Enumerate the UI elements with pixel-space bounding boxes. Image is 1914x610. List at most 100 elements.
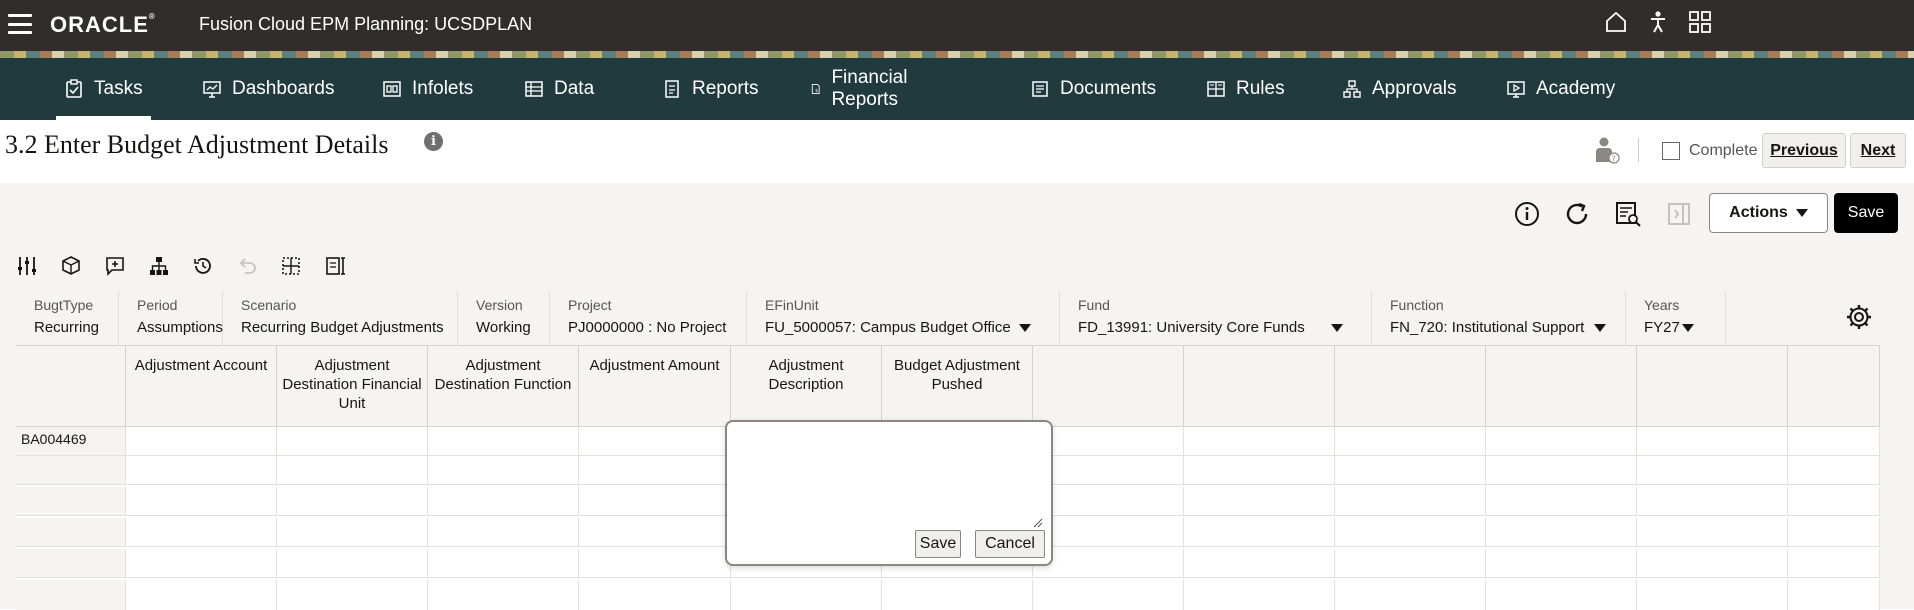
grid-cell (126, 456, 277, 484)
pov-function[interactable]: Function FN_720: Institutional Support (1372, 291, 1626, 347)
pov-scenario[interactable]: Scenario Recurring Budget Adjustments (223, 291, 458, 347)
pov-period[interactable]: Period Assumptions (119, 291, 223, 347)
popup-save-button[interactable]: Save (915, 530, 961, 558)
info-circle-icon[interactable] (1513, 200, 1541, 228)
tab-label: Data (554, 78, 595, 99)
pov-efinunit[interactable]: EFinUnit FU_5000057: Campus Budget Offic… (747, 291, 1060, 347)
tab-tasks[interactable]: Tasks (56, 58, 151, 120)
divider (1638, 138, 1639, 162)
grid-cell (1335, 549, 1486, 577)
tab-academy[interactable]: Academy (1506, 58, 1615, 120)
collapse-panel-icon (1668, 203, 1690, 225)
column-header (1184, 346, 1335, 427)
grid-cell[interactable] (277, 427, 428, 455)
tab-data[interactable]: Data (524, 58, 594, 120)
tab-infolets[interactable]: Infolets (382, 58, 473, 120)
data-audit-icon[interactable] (1614, 200, 1642, 228)
grid-cell[interactable] (579, 427, 731, 455)
tab-label: Infolets (412, 78, 474, 99)
complete-checkbox[interactable] (1662, 142, 1680, 160)
column-header: Budget Adjustment Pushed (882, 346, 1033, 427)
grid-cell (1335, 580, 1486, 610)
pov-value: Assumptions (137, 319, 223, 336)
accessibility-icon[interactable] (1648, 10, 1668, 34)
grid-cell (16, 456, 126, 484)
resize-handle-icon[interactable] (1033, 518, 1043, 528)
previous-button[interactable]: Previous (1762, 133, 1846, 168)
chevron-down-icon[interactable] (1331, 324, 1343, 332)
save-button[interactable]: Save (1834, 193, 1898, 233)
popup-cancel-button[interactable]: Cancel (975, 530, 1045, 558)
grid-cell (277, 456, 428, 484)
add-comment-icon[interactable] (104, 255, 126, 277)
grid-cell[interactable] (126, 427, 277, 455)
cell-format-icon[interactable] (280, 255, 302, 277)
column-header: Adjustment Destination Function (428, 346, 579, 427)
history-icon[interactable] (192, 255, 214, 277)
row-header: BA004469 (16, 427, 126, 455)
grid-cell (579, 456, 731, 484)
grid-cell (1033, 427, 1184, 455)
grid-cell (16, 549, 126, 577)
pov-bugttype[interactable]: BugtType Recurring (16, 291, 119, 347)
home-icon[interactable] (1604, 10, 1628, 34)
grid-cell (731, 580, 882, 610)
cube-settings-icon[interactable] (60, 255, 82, 277)
decorative-banner-pattern (0, 51, 1914, 58)
pov-project[interactable]: Project PJ0000000 : No Project (550, 291, 747, 347)
grid-cell (1486, 487, 1637, 515)
tab-financial-reports[interactable]: $ Financial Reports (810, 58, 916, 120)
grid-cell (1033, 518, 1184, 546)
tab-approvals[interactable]: Approvals (1342, 58, 1457, 120)
pov-label: BugtType (34, 297, 94, 313)
tab-label: Approvals (1372, 78, 1457, 99)
grid-cell (1637, 518, 1788, 546)
pov-value: Working (476, 319, 531, 336)
grid-cell (1637, 456, 1788, 484)
chevron-down-icon[interactable] (1594, 324, 1606, 332)
form-layout-icon[interactable] (324, 255, 346, 277)
actions-button[interactable]: Actions (1709, 193, 1828, 233)
info-icon[interactable]: i (424, 132, 443, 151)
pov-version[interactable]: Version Working (458, 291, 550, 347)
reports-icon (665, 80, 679, 98)
grid-cell (1788, 518, 1880, 546)
tab-rules[interactable]: Rules (1206, 58, 1285, 120)
grid-cell (126, 487, 277, 515)
tab-dashboards[interactable]: Dashboards (202, 58, 334, 120)
page-title: 3.2 Enter Budget Adjustment Details (5, 130, 389, 159)
grid-cell[interactable] (428, 427, 579, 455)
grid-cell (1486, 427, 1637, 455)
undo-icon (239, 258, 256, 274)
pov-label: Scenario (241, 297, 297, 313)
refresh-icon[interactable] (1563, 200, 1591, 228)
grid-cell (1184, 427, 1335, 455)
grid-cell (428, 518, 579, 546)
pov-fund[interactable]: Fund FD_13991: University Core Funds (1060, 291, 1372, 347)
gear-icon[interactable] (1845, 303, 1873, 331)
adjust-sliders-icon[interactable] (16, 255, 38, 277)
task-assignee-icon[interactable]: ? (1594, 136, 1620, 166)
description-textarea[interactable] (733, 428, 1045, 528)
next-button[interactable]: Next (1850, 133, 1906, 168)
grid-cell (1637, 580, 1788, 610)
navigator-grid-icon[interactable] (1688, 10, 1714, 34)
grid-cell (579, 580, 731, 610)
grid-cell (277, 487, 428, 515)
pov-years[interactable]: Years FY27 (1626, 291, 1726, 347)
svg-text:$: $ (815, 88, 818, 94)
financial-reports-icon: $ (811, 83, 820, 95)
grid-cell (1486, 518, 1637, 546)
chevron-down-icon[interactable] (1019, 324, 1031, 332)
tab-reports[interactable]: Reports (662, 58, 759, 120)
pov-label: Version (476, 297, 523, 313)
pov-label: Period (137, 297, 178, 313)
grid-cell (1637, 487, 1788, 515)
pov-label: EFinUnit (765, 297, 819, 313)
tab-label: Rules (1236, 78, 1285, 99)
menu-icon[interactable] (8, 14, 32, 34)
hierarchy-icon[interactable] (148, 255, 170, 277)
tab-documents[interactable]: Documents (1030, 58, 1156, 120)
column-header: Adjustment Account (126, 346, 277, 427)
chevron-down-icon[interactable] (1682, 324, 1694, 332)
